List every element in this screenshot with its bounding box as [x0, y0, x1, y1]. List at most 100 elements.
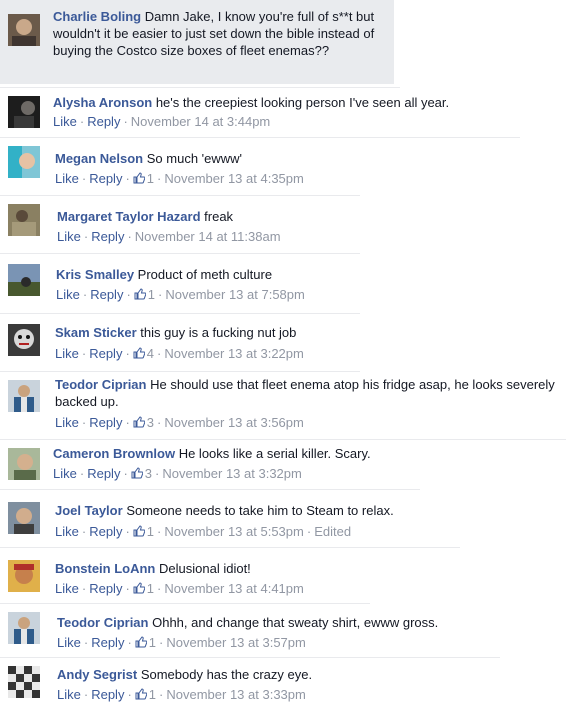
like-count[interactable]: 1: [133, 581, 154, 596]
comment-body: Delusional idiot!: [159, 561, 251, 576]
reply-button[interactable]: Reply: [89, 581, 122, 596]
separator: ·: [79, 114, 85, 129]
avatar[interactable]: [8, 146, 40, 178]
comment-author[interactable]: Kris Smalley: [56, 267, 134, 282]
comment-author[interactable]: Margaret Taylor Hazard: [57, 209, 201, 224]
comment-author[interactable]: Andy Segrist: [57, 667, 137, 682]
like-count[interactable]: 1: [133, 524, 154, 539]
comment-item: Joel Taylor Someone needs to take him to…: [0, 490, 460, 548]
comment-author[interactable]: Bonstein LoAnn: [55, 561, 155, 576]
separator: ·: [125, 581, 130, 596]
separator: ·: [306, 524, 312, 539]
reply-button[interactable]: Reply: [89, 171, 122, 186]
avatar-image: [8, 324, 40, 356]
comment-author[interactable]: Teodor Ciprian: [55, 377, 146, 392]
reply-button[interactable]: Reply: [91, 635, 124, 650]
avatar[interactable]: [8, 264, 40, 296]
comment-item: Charlie Boling Damn Jake, I know you're …: [0, 0, 400, 88]
avatar[interactable]: [8, 380, 40, 412]
like-button[interactable]: Like: [53, 466, 77, 481]
comment-text: Andy Segrist Somebody has the crazy eye.: [57, 666, 357, 683]
like-button[interactable]: Like: [57, 229, 81, 244]
comment-timestamp[interactable]: November 13 at 3:22pm: [164, 346, 303, 361]
comment-author[interactable]: Alysha Aronson: [53, 95, 152, 110]
like-count[interactable]: 1: [134, 287, 155, 302]
avatar[interactable]: [8, 324, 40, 356]
reply-button[interactable]: Reply: [89, 346, 122, 361]
thumbs-up-icon: [133, 582, 145, 594]
avatar[interactable]: [8, 96, 40, 128]
comment-body: Somebody has the crazy eye.: [140, 667, 313, 682]
reply-button[interactable]: Reply: [90, 287, 123, 302]
like-button[interactable]: Like: [55, 524, 79, 539]
comment-meta: Like · Reply · 4 · November 13 at 3:22pm: [55, 345, 304, 362]
thumbs-up-icon: [133, 347, 145, 359]
comment-meta: Like · Reply · 3 · November 13 at 3:56pm: [55, 414, 304, 431]
like-count[interactable]: 3: [131, 466, 152, 481]
avatar-image: [8, 666, 40, 698]
like-count[interactable]: 1: [133, 171, 154, 186]
avatar-image: [8, 264, 40, 296]
reply-button[interactable]: Reply: [87, 114, 120, 129]
avatar[interactable]: [8, 666, 40, 698]
like-button[interactable]: Like: [57, 635, 81, 650]
comment-text: Teodor Ciprian He should use that fleet …: [55, 376, 561, 410]
reply-button[interactable]: Reply: [89, 524, 122, 539]
separator: ·: [79, 466, 85, 481]
avatar[interactable]: [8, 14, 40, 46]
avatar[interactable]: [8, 560, 40, 592]
like-count[interactable]: 4: [133, 346, 154, 361]
comment-timestamp[interactable]: November 13 at 4:35pm: [164, 171, 303, 186]
comment-body: So much 'ewww': [146, 151, 243, 166]
comment-text: Teodor Ciprian Ohhh, and change that swe…: [57, 614, 497, 631]
avatar[interactable]: [8, 204, 40, 236]
like-count[interactable]: 1: [135, 687, 156, 702]
separator: ·: [157, 346, 162, 361]
reply-button[interactable]: Reply: [87, 466, 120, 481]
comment-timestamp[interactable]: November 13 at 3:56pm: [164, 415, 303, 430]
avatar[interactable]: [8, 612, 40, 644]
comment-timestamp[interactable]: November 14 at 3:44pm: [131, 114, 270, 129]
like-count-text: 3: [146, 415, 155, 430]
comment-author[interactable]: Cameron Brownlow: [53, 446, 175, 461]
reply-button[interactable]: Reply: [91, 229, 124, 244]
comment-meta: Like · Reply · 1 · November 13 at 4:35pm: [55, 170, 304, 187]
comment-author[interactable]: Joel Taylor: [55, 503, 123, 518]
comment-timestamp[interactable]: November 14 at 11:38am: [135, 229, 281, 244]
comment-text: Megan Nelson So much 'ewww': [55, 150, 355, 167]
reply-button[interactable]: Reply: [89, 415, 122, 430]
comment-author[interactable]: Skam Sticker: [55, 325, 137, 340]
like-count[interactable]: 3: [133, 415, 154, 430]
comment-text: Alysha Aronson he's the creepiest lookin…: [53, 94, 513, 111]
comment-timestamp[interactable]: November 13 at 3:32pm: [162, 466, 301, 481]
edited-label[interactable]: Edited: [314, 524, 351, 539]
comment-text: Kris Smalley Product of meth culture: [56, 266, 356, 283]
avatar[interactable]: [8, 502, 40, 534]
reply-button[interactable]: Reply: [91, 687, 124, 702]
comment-timestamp[interactable]: November 13 at 4:41pm: [164, 581, 303, 596]
comment-timestamp[interactable]: November 13 at 3:57pm: [166, 635, 305, 650]
like-button[interactable]: Like: [56, 287, 80, 302]
comment-author[interactable]: Megan Nelson: [55, 151, 143, 166]
like-button[interactable]: Like: [55, 415, 79, 430]
comment-author[interactable]: Teodor Ciprian: [57, 615, 148, 630]
avatar[interactable]: [8, 448, 40, 480]
like-count[interactable]: 1: [135, 635, 156, 650]
like-button[interactable]: Like: [53, 114, 77, 129]
separator: ·: [127, 229, 132, 244]
separator: ·: [81, 415, 87, 430]
comment-timestamp[interactable]: November 13 at 7:58pm: [165, 287, 304, 302]
like-button[interactable]: Like: [55, 581, 79, 596]
avatar-image: [8, 502, 40, 534]
like-button[interactable]: Like: [57, 687, 81, 702]
comment-author[interactable]: Charlie Boling: [53, 9, 141, 24]
comment-text: Bonstein LoAnn Delusional idiot!: [55, 560, 365, 577]
like-button[interactable]: Like: [55, 346, 79, 361]
thumbs-up-icon: [133, 525, 145, 537]
like-button[interactable]: Like: [55, 171, 79, 186]
separator: ·: [125, 171, 130, 186]
comment-timestamp[interactable]: November 13 at 5:53pm: [164, 524, 303, 539]
comment-timestamp[interactable]: November 13 at 3:33pm: [166, 687, 305, 702]
comment-text: Charlie Boling Damn Jake, I know you're …: [53, 8, 393, 59]
comment-body: this guy is a fucking nut job: [140, 325, 297, 340]
